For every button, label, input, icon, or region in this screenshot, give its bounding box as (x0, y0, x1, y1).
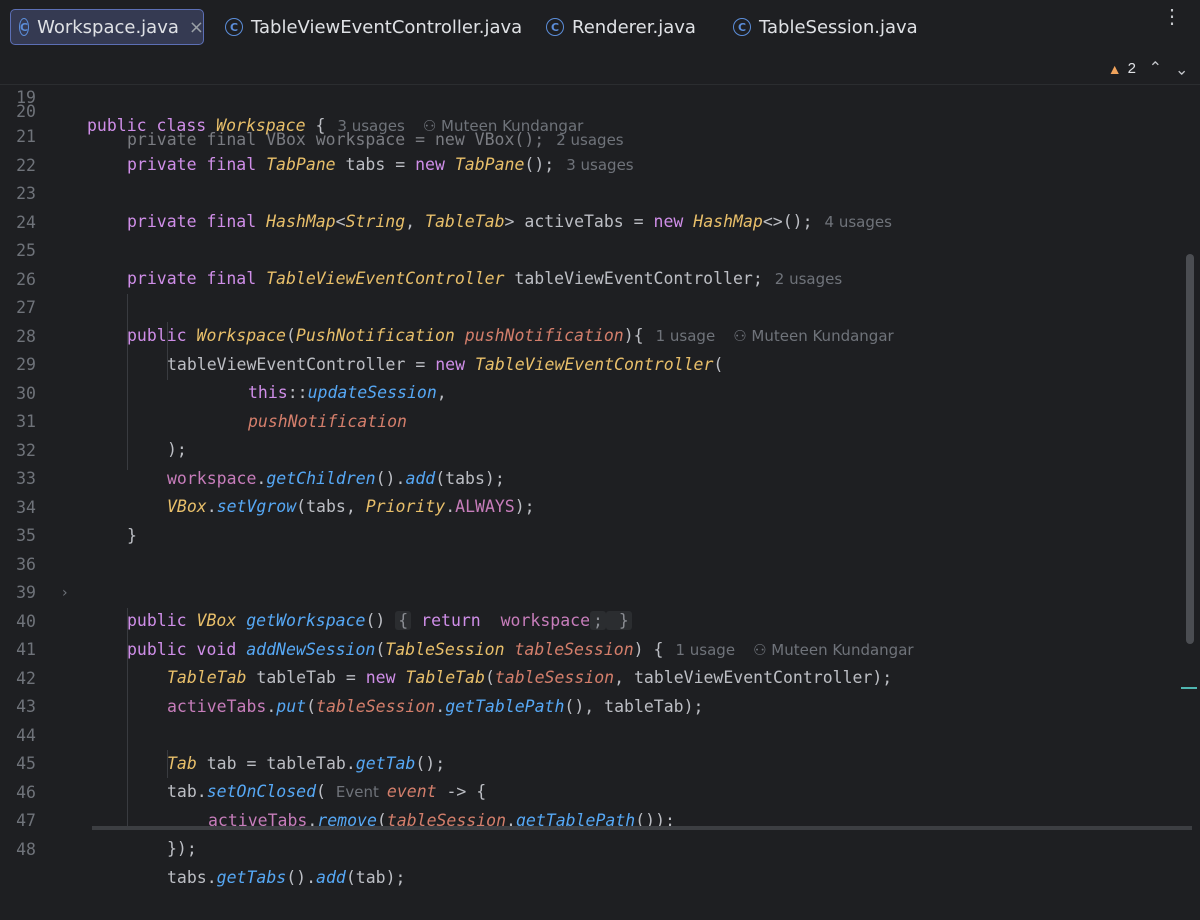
editor-tab-bar: C Workspace.java × C TableViewEventContr… (0, 0, 1200, 57)
tab-label: Workspace.java (37, 16, 179, 38)
code-line: 31 ); (0, 380, 1180, 459)
tab-renderer-java[interactable]: C Renderer.java (546, 9, 696, 45)
code-line: 44 Tab tab = tableTab.getTab(); (0, 694, 1180, 773)
tab-tableviewevent-java[interactable]: C TableViewEventController.java (225, 9, 522, 45)
code-line: 47 }); (0, 779, 1180, 858)
vertical-scrollbar[interactable] (1186, 254, 1194, 644)
code-line: 42 activeTabs.put(tableSession.getTableP… (0, 637, 1180, 716)
code-line: 26 (0, 238, 1180, 289)
code-line: 34 } (0, 466, 1180, 545)
code-line: 27 public Workspace(PushNotification pus… (0, 266, 1180, 345)
code-line: 40 public void addNewSession(TableSessio… (0, 580, 1180, 659)
more-menu-icon[interactable]: ⋮ (1162, 7, 1182, 27)
close-icon[interactable]: × (189, 17, 204, 38)
author-hint[interactable]: ⚇ Muteen Kundangar (423, 117, 583, 135)
code-line: 28 tableViewEventController = new TableV… (0, 295, 1180, 374)
tab-label: Renderer.java (572, 16, 696, 38)
problem-count: 2 (1127, 60, 1136, 77)
sticky-header-line[interactable]: 19 public class Workspace {3 usages ⚇ Mut… (0, 56, 1200, 135)
code-line: 43 (0, 665, 1180, 716)
line-number: 48 (16, 840, 36, 859)
code-text: public class Workspace {3 usages ⚇ Muteen… (87, 116, 584, 135)
code-line: 29 this::updateSession, (0, 323, 1180, 402)
problems-indicator[interactable]: ▲ 2 (1108, 60, 1136, 77)
code-editor[interactable]: 20 private final VBox workspace = new VB… (0, 56, 1200, 887)
code-line: 24 (0, 181, 1180, 232)
code-text: }); (167, 839, 197, 858)
code-line: 39 (0, 551, 1180, 602)
code-line: 45 tab.setOnClosed( Event event -> { (0, 722, 1180, 801)
class-icon: C (19, 18, 30, 36)
code-text: tabs.getTabs().add(tab); (167, 868, 406, 887)
change-marker (1181, 687, 1197, 689)
tab-tablesession-java[interactable]: C TableSession.java (733, 9, 918, 45)
code-line: 36 › public VBox getWorkspace() { return… (0, 523, 1180, 630)
chevron-up-icon[interactable]: ⌃ (1149, 58, 1162, 78)
class-icon: C (733, 18, 751, 36)
class-icon: C (546, 18, 564, 36)
code-line: 30 pushNotification (0, 352, 1180, 431)
tab-label: TableViewEventController.java (251, 16, 523, 38)
code-line: 23 private final HashMap<String, TableTa… (0, 152, 1180, 231)
tab-workspace-java[interactable]: C Workspace.java × (10, 9, 204, 45)
code-line: 46 activeTabs.remove(tableSession.getTab… (0, 751, 1180, 830)
class-icon: C (225, 18, 243, 36)
tab-label: TableSession.java (759, 16, 918, 38)
code-line: 48 tabs.getTabs().add(tab); (0, 808, 1180, 887)
horizontal-scrollbar[interactable] (92, 826, 1192, 830)
chevron-down-icon[interactable]: ⌃ (1175, 58, 1188, 78)
code-line: 32 workspace.getChildren().add(tabs); (0, 409, 1180, 488)
code-line: 33 VBox.setVgrow(tabs, Priority.ALWAYS); (0, 437, 1180, 516)
code-line: 35 (0, 494, 1180, 545)
code-line: 19 public class Workspace {3 usages ⚇ Mut… (0, 56, 1180, 135)
person-icon: ⚇ (422, 117, 442, 135)
warning-icon: ▲ (1107, 60, 1122, 77)
line-number: 19 (16, 88, 36, 107)
code-line: 41 TableTab tableTab = new TableTab(tabl… (0, 608, 1180, 687)
code-line: 25 private final TableViewEventControlle… (0, 209, 1180, 288)
